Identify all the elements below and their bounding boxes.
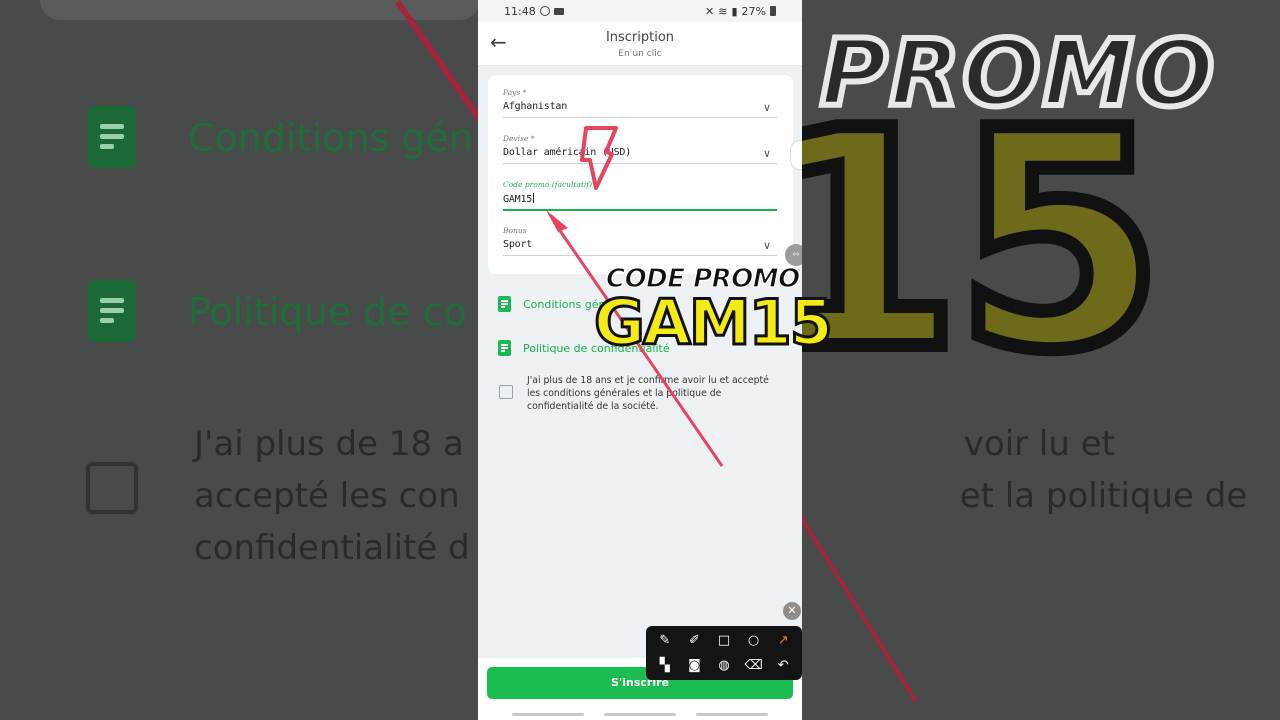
background-consent-3: confidentialité d (194, 528, 470, 568)
currency-label: Devise * (503, 134, 535, 143)
battery-icon (770, 6, 776, 16)
nav-home[interactable] (604, 713, 676, 716)
system-nav-bar (478, 713, 802, 716)
battery-level: 27% (741, 4, 766, 18)
phone-screen: 11:48 ✕ ≋ ▮ 27% ← Inscription En un clic… (478, 0, 802, 720)
wifi-icon: ≋ (718, 4, 728, 18)
color-wheel-icon[interactable]: ◍ (714, 656, 734, 676)
bonus-select[interactable]: Bonus Sport ∨ (503, 226, 777, 256)
consent-row: J'ai plus de 18 ans et je confirme avoir… (499, 374, 779, 413)
undo-icon[interactable]: ↶ (773, 656, 793, 676)
country-select[interactable]: Pays * Afghanistan ∨ (503, 88, 777, 118)
promo-code-value: GAM15 (503, 194, 533, 205)
overlay-promo-code: GAM15 (593, 286, 835, 359)
background-privacy-link: Politique de co (188, 290, 467, 334)
consent-text: J'ai plus de 18 ans et je confirme avoir… (527, 375, 769, 412)
chevron-down-icon: ∨ (763, 239, 772, 252)
nav-recents[interactable] (512, 713, 584, 716)
app-header: ← Inscription En un clic (478, 22, 802, 66)
drawing-toolbar: ✎ ✐ □ ○ ↗ ▚ ◙ ◍ ⌫ ↶ (646, 626, 802, 680)
background-document-icon (88, 280, 136, 342)
promo-code-input[interactable]: Code promo (facultatif) GAM15 (503, 180, 777, 212)
floating-handle-icon[interactable]: ⇔ (785, 244, 802, 266)
close-icon[interactable]: ✕ (783, 602, 801, 620)
background-checkbox (86, 462, 138, 514)
screen: Conditions gén Politique de co J'ai plus… (0, 0, 1280, 720)
bonus-value: Sport (503, 239, 533, 250)
chevron-down-icon: ∨ (763, 147, 772, 160)
promo-code-label: Code promo (facultatif) (503, 180, 592, 189)
background-terms-link: Conditions gén (188, 116, 473, 160)
field-underline (503, 117, 777, 118)
notification-icon (539, 6, 550, 16)
video-icon (553, 7, 564, 15)
field-underline (503, 163, 777, 164)
side-handle[interactable] (790, 140, 802, 170)
country-value: Afghanistan (503, 101, 568, 112)
background-consent-1a: J'ai plus de 18 a (194, 424, 464, 464)
background-consent-2b: et la politique de (959, 476, 1248, 516)
currency-select[interactable]: Devise * Dollar américain (USD) ∨ (503, 134, 777, 164)
document-icon (498, 296, 511, 312)
background-document-icon (88, 106, 136, 168)
document-icon (498, 340, 511, 356)
circle-icon[interactable]: ○ (744, 631, 764, 651)
eraser-icon[interactable]: ⌫ (744, 656, 764, 676)
nav-back[interactable] (696, 713, 768, 716)
country-label: Pays * (503, 88, 527, 97)
arrow-tool-icon[interactable]: ↗ (773, 631, 793, 651)
background-consent-1b: voir lu et (963, 424, 1115, 464)
field-underline-active (503, 209, 777, 211)
bonus-label: Bonus (503, 226, 527, 235)
status-time: 11:48 (504, 4, 536, 18)
field-underline (503, 255, 777, 256)
mosaic-icon[interactable]: ▚ (655, 656, 675, 676)
mute-icon: ✕ (705, 4, 715, 18)
page-title: Inscription (605, 30, 675, 45)
status-bar: 11:48 ✕ ≋ ▮ 27% (478, 0, 802, 22)
highlighter-icon[interactable]: ✐ (684, 631, 704, 651)
rectangle-icon[interactable]: □ (714, 631, 734, 651)
background-strip (40, 0, 480, 20)
currency-value: Dollar américain (USD) (503, 147, 632, 158)
consent-checkbox[interactable] (499, 385, 513, 399)
registration-form: Pays * Afghanistan ∨ Devise * Dollar amé… (488, 75, 793, 274)
signal-icon: ▮ (731, 4, 738, 18)
page-subtitle: En un clic (618, 49, 662, 59)
text-cursor (533, 193, 535, 203)
brush-icon[interactable]: ✎ (655, 631, 675, 651)
background-consent-2a: accepté les con (194, 476, 460, 516)
camera-icon[interactable]: ◙ (684, 656, 704, 676)
chevron-down-icon: ∨ (763, 101, 772, 114)
